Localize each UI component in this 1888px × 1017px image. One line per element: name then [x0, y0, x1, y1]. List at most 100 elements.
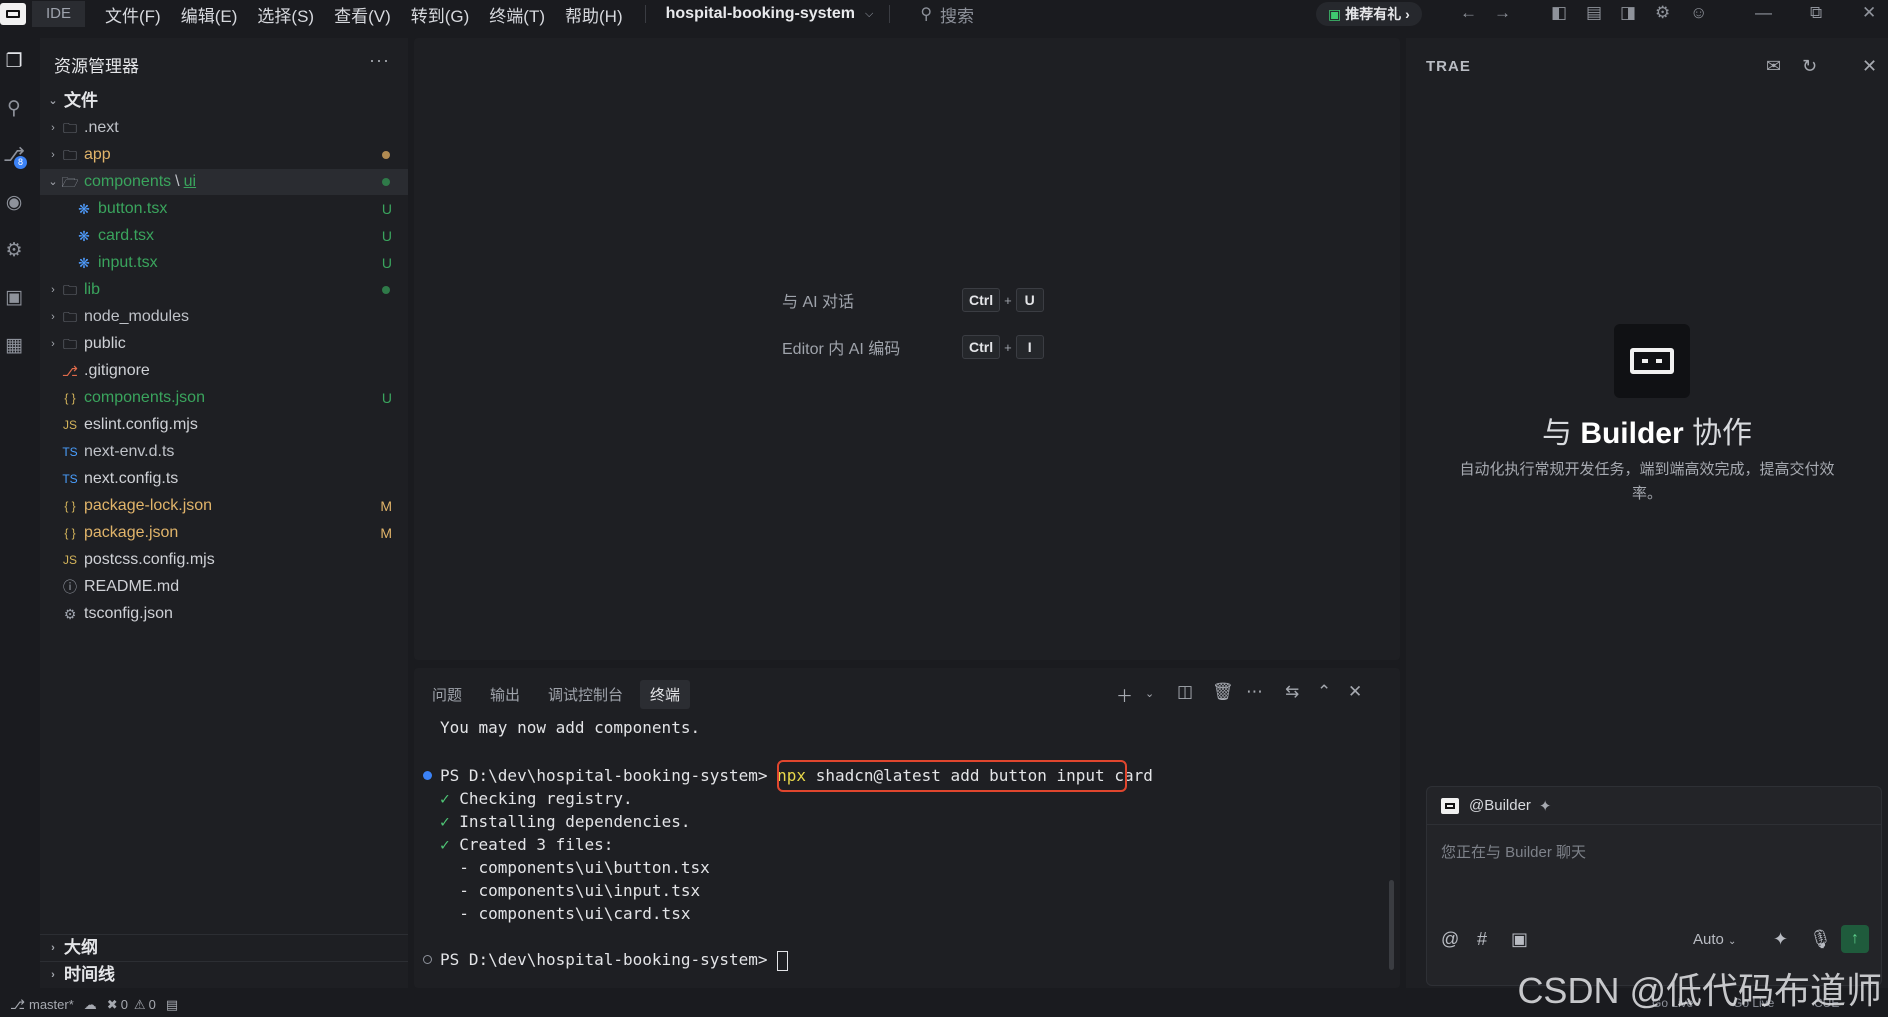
sync-icon[interactable]: ☁ — [84, 997, 97, 1013]
search-input[interactable]: ⚲ 搜索 — [908, 2, 974, 27]
debug-bug-icon[interactable]: ⚙ — [2, 239, 26, 263]
branch-name[interactable]: master* — [29, 997, 74, 1012]
toggle-sidebar-icon[interactable]: ◧ — [1551, 3, 1567, 23]
terminal-line: You may now add components. — [440, 718, 701, 737]
settings-gear-icon[interactable]: ⚙ — [1655, 3, 1670, 23]
outline-section[interactable]: › 大纲 — [40, 934, 408, 960]
send-button[interactable]: ↑ — [1841, 925, 1869, 953]
menu-file[interactable]: 文件(F) — [105, 2, 161, 27]
tree-item-label: README.md — [84, 578, 180, 595]
split-terminal-icon[interactable]: ◫ — [1177, 682, 1193, 702]
restore-icon[interactable]: ⧉ — [1810, 3, 1822, 23]
tree-item-button-tsx[interactable]: ❋ button.tsx U — [40, 196, 408, 222]
extensions-grid-icon[interactable]: ▦ — [2, 334, 26, 358]
tree-item-components[interactable]: ⌄ 🗁 components \ ui — [40, 169, 408, 195]
key-i: I — [1015, 335, 1044, 359]
info-icon: ⓘ — [63, 579, 77, 595]
tree-item-components-json[interactable]: { } components.json U — [40, 385, 408, 411]
model-mode-select[interactable]: Auto ⌄ — [1693, 931, 1736, 948]
json-icon: { } — [64, 526, 76, 540]
toggle-right-panel-icon[interactable]: ◨ — [1620, 3, 1636, 23]
menu-terminal[interactable]: 终端(T) — [489, 2, 545, 27]
tree-item-next[interactable]: › 🗀 .next — [40, 115, 408, 141]
timeline-section[interactable]: › 时间线 — [40, 961, 408, 987]
menu-view[interactable]: 查看(V) — [334, 2, 391, 27]
terminal-settings-icon[interactable]: ⇆ — [1285, 682, 1299, 702]
bottom-panel: 问题 输出 调试控制台 终端 ＋ ⌄ ◫ 🗑 ⋯ ⇆ ⌃ ✕ You may n… — [414, 668, 1400, 988]
menu-help[interactable]: 帮助(H) — [565, 2, 623, 27]
chat-input-box[interactable]: @Builder ✦ 您正在与 Builder 聊天 @ # ▣ Auto ⌄ … — [1426, 786, 1882, 986]
remote-monitor-icon[interactable]: ▣ — [2, 286, 26, 310]
maximize-panel-icon[interactable]: ⌃ — [1317, 682, 1331, 702]
tree-item-node-modules[interactable]: › 🗀 node_modules — [40, 304, 408, 330]
sparkle-icon[interactable]: ✦ — [1773, 929, 1788, 950]
tree-item-gitignore[interactable]: ⎇ .gitignore — [40, 358, 408, 384]
minimize-icon[interactable]: — — [1755, 3, 1772, 23]
promo-button[interactable]: ▣ 推荐有礼 › — [1316, 2, 1422, 26]
tree-item-input-tsx[interactable]: ❋ input.tsx U — [40, 250, 408, 276]
forward-arrow-icon[interactable]: → — [1494, 3, 1511, 23]
menu-selection[interactable]: 选择(S) — [257, 2, 314, 27]
plus-sign: + — [1004, 339, 1012, 355]
tree-item-lib[interactable]: › 🗀 lib — [40, 277, 408, 303]
tree-item-tsconfig[interactable]: ⚙ tsconfig.json — [40, 601, 408, 627]
terminal-text: Installing dependencies. — [459, 812, 691, 831]
trash-icon[interactable]: 🗑 — [1212, 682, 1234, 702]
menu-goto[interactable]: 转到(G) — [411, 2, 470, 27]
tree-item-readme[interactable]: ⓘ README.md — [40, 574, 408, 600]
terminal-scrollbar[interactable] — [1389, 880, 1394, 970]
tree-item-card-tsx[interactable]: ❋ card.tsx U — [40, 223, 408, 249]
tree-item-next-env[interactable]: TS next-env.d.ts — [40, 439, 408, 465]
hash-context-icon[interactable]: # — [1477, 929, 1487, 950]
tree-item-app[interactable]: › 🗀 app — [40, 142, 408, 168]
editor-area[interactable]: 与 AI 对话 Ctrl + U Editor 内 AI 编码 Ctrl + I — [414, 38, 1400, 660]
close-window-icon[interactable]: ✕ — [1862, 3, 1876, 23]
microphone-icon[interactable]: 🎙 — [1809, 929, 1832, 950]
tab-terminal[interactable]: 终端 — [640, 680, 691, 709]
back-arrow-icon[interactable]: ← — [1460, 3, 1477, 23]
tree-item-eslint-config[interactable]: JS eslint.config.mjs — [40, 412, 408, 438]
tree-item-public[interactable]: › 🗀 public — [40, 331, 408, 357]
chat-placeholder[interactable]: 您正在与 Builder 聊天 — [1441, 841, 1586, 862]
close-icon[interactable]: ✕ — [1862, 56, 1877, 77]
warning-count[interactable]: 0 — [149, 997, 156, 1012]
tab-debug-console[interactable]: 调试控制台 — [548, 684, 623, 705]
tree-item-next-config[interactable]: TS next.config.ts — [40, 466, 408, 492]
notifications-icon[interactable]: ▤ — [166, 997, 178, 1013]
image-upload-icon[interactable]: ▣ — [1511, 929, 1528, 950]
source-control-icon[interactable]: ⎇ 8 — [2, 144, 27, 169]
status-badge: M — [380, 498, 392, 514]
more-actions-icon[interactable]: ··· — [369, 50, 390, 71]
ide-label[interactable]: IDE — [32, 1, 86, 27]
builder-logo — [1614, 324, 1690, 398]
chevron-down-icon[interactable]: ⌄ — [1145, 687, 1154, 700]
tab-output[interactable]: 输出 — [490, 684, 520, 705]
tree-item-package-lock[interactable]: { } package-lock.json M — [40, 493, 408, 519]
preview-eye-icon[interactable]: ◉ — [2, 191, 26, 215]
explorer-files-icon[interactable]: ❐ — [2, 50, 26, 74]
error-count[interactable]: 0 — [121, 997, 128, 1012]
new-chat-icon[interactable]: ✉ — [1766, 56, 1781, 77]
project-switcher[interactable]: hospital-booking-system — [666, 5, 855, 23]
tree-item-postcss-config[interactable]: JS postcss.config.mjs — [40, 547, 408, 573]
tree-root-files[interactable]: ⌄ 文件 — [40, 88, 408, 114]
tree-item-package-json[interactable]: { } package.json M — [40, 520, 408, 546]
history-icon[interactable]: ↻ — [1802, 56, 1817, 77]
more-icon[interactable]: ⋯ — [1246, 682, 1263, 702]
folder-icon: 🗀 — [63, 336, 77, 352]
mention-at-icon[interactable]: @ — [1441, 929, 1459, 950]
tab-problems[interactable]: 问题 — [432, 684, 462, 705]
toggle-panel-icon[interactable]: ▤ — [1586, 3, 1602, 23]
status-badge: U — [381, 390, 392, 406]
terminal-input-line[interactable]: PS D:\dev\hospital-booking-system> — [440, 948, 789, 971]
new-terminal-plus-icon[interactable]: ＋ — [1116, 682, 1133, 707]
account-icon[interactable]: ☺ — [1690, 3, 1707, 23]
menu-edit[interactable]: 编辑(E) — [181, 2, 238, 27]
gear-icon: ⚙ — [63, 606, 77, 622]
chat-agent-header[interactable]: @Builder ✦ — [1427, 787, 1881, 825]
hint-label: Editor 内 AI 编码 — [782, 341, 901, 358]
close-panel-icon[interactable]: ✕ — [1348, 682, 1362, 702]
search-icon[interactable]: ⚲ — [2, 97, 26, 121]
chevron-down-icon[interactable]: ⌵ — [865, 8, 873, 21]
tree-item-label: public — [84, 335, 126, 352]
